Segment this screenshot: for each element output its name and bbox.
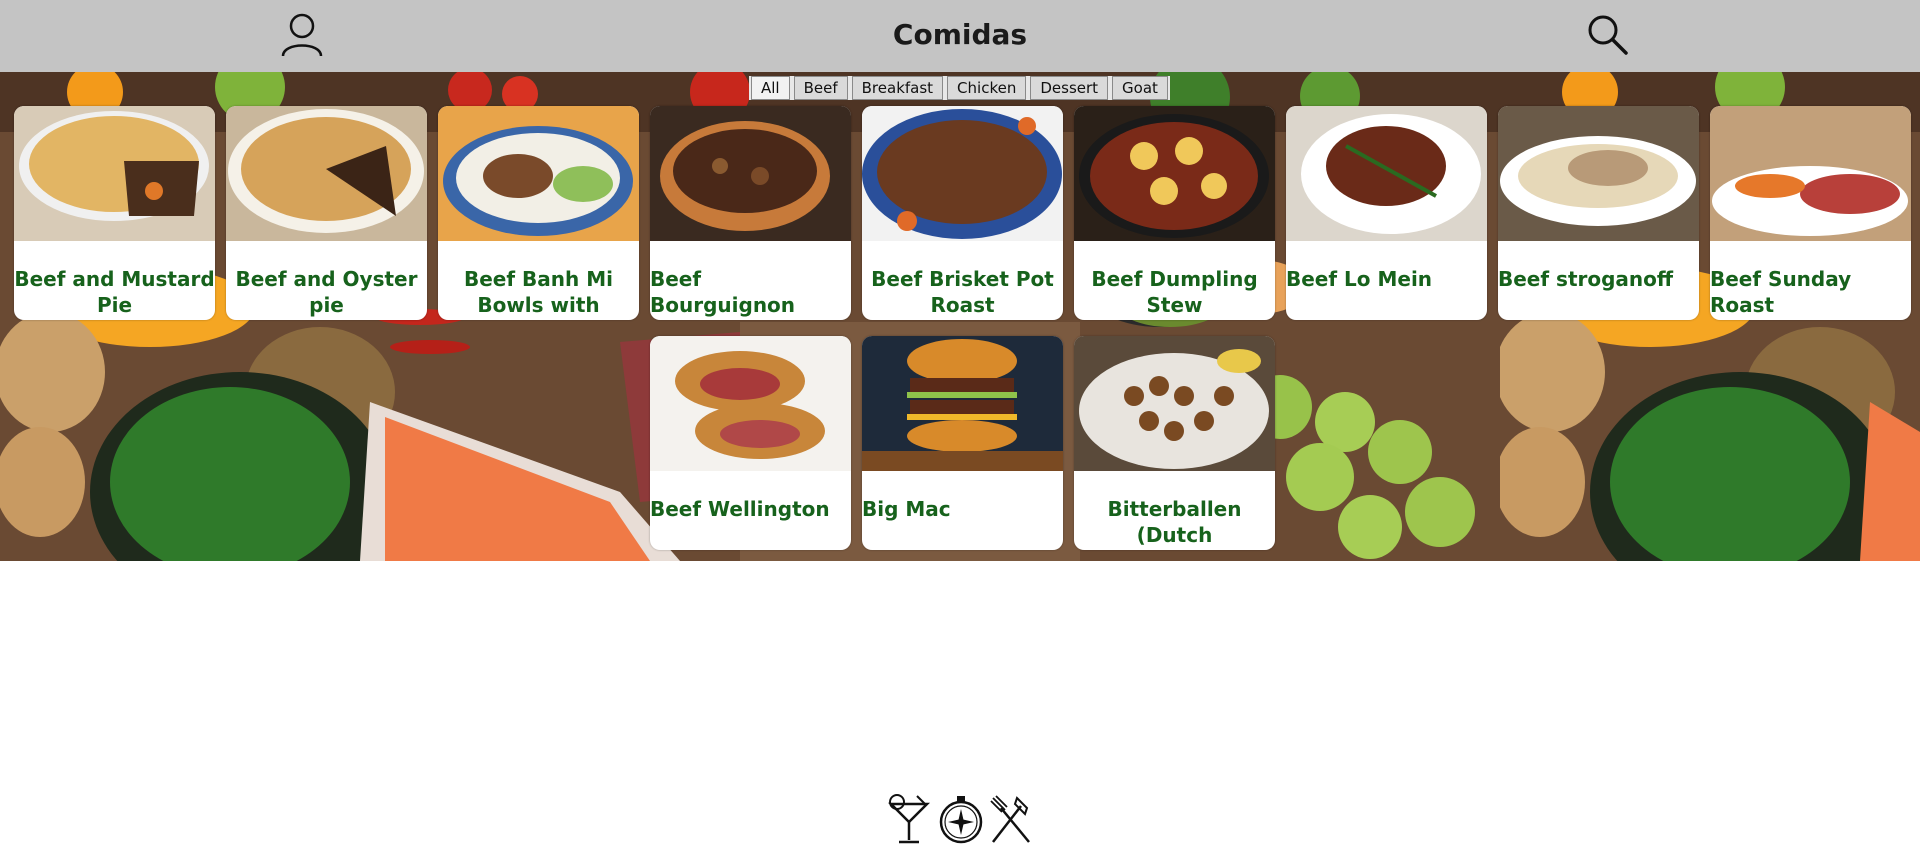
meal-photo: [226, 106, 427, 241]
meal-photo: [650, 106, 851, 241]
meal-name: Big Mac: [862, 497, 951, 521]
category-filter-bar: All Beef Breakfast Chicken Dessert Goat: [749, 76, 1170, 100]
meal-card[interactable]: Beef Bourguignon: [650, 106, 851, 320]
meal-card[interactable]: Beef Sunday Roast: [1710, 106, 1911, 320]
filter-chicken-button[interactable]: Chicken: [947, 76, 1027, 100]
meal-photo: [862, 336, 1063, 471]
fork-knife-icon[interactable]: [987, 792, 1035, 846]
meal-name: Beef Bourguignon: [650, 267, 796, 317]
bottom-nav: [887, 792, 1037, 848]
meal-name: Beef and Oyster pie: [235, 267, 418, 317]
meal-photo: [1074, 336, 1275, 471]
compass-icon[interactable]: [937, 792, 985, 846]
top-bar: Comidas: [0, 0, 1920, 72]
meal-photo: [14, 106, 215, 241]
meal-card[interactable]: Beef Banh Mi Bowls with: [438, 106, 639, 320]
search-icon[interactable]: [1587, 14, 1629, 56]
meal-photo: [1286, 106, 1487, 241]
filter-dessert-button[interactable]: Dessert: [1030, 76, 1109, 100]
meal-photo: [650, 336, 851, 471]
meal-card[interactable]: Bitterballen (Dutch meatballs): [1074, 336, 1275, 550]
meal-grid: Beef and Mustard Pie Beef and Oyster pie…: [14, 106, 1914, 556]
meal-name: Beef Lo Mein: [1286, 267, 1433, 291]
meal-name: Beef and Mustard Pie: [14, 267, 215, 317]
meal-card[interactable]: Beef and Mustard Pie: [14, 106, 215, 320]
filter-goat-button[interactable]: Goat: [1112, 76, 1168, 100]
filter-all-button[interactable]: All: [751, 76, 790, 100]
meal-card[interactable]: Beef Brisket Pot Roast: [862, 106, 1063, 320]
meal-photo: [1498, 106, 1699, 241]
meal-photo: [1074, 106, 1275, 241]
meal-photo: [438, 106, 639, 241]
meal-card[interactable]: Beef Wellington: [650, 336, 851, 550]
meal-card[interactable]: Beef Lo Mein: [1286, 106, 1487, 320]
meal-photo: [1710, 106, 1911, 241]
meal-card[interactable]: Beef stroganoff: [1498, 106, 1699, 320]
meal-name: Beef stroganoff: [1498, 267, 1674, 291]
cocktail-icon[interactable]: [887, 792, 935, 846]
page-title: Comidas: [892, 18, 1028, 51]
meal-name: Beef Brisket Pot Roast: [871, 267, 1054, 317]
meal-name: Beef Dumpling Stew: [1091, 267, 1258, 317]
meal-name: Bitterballen (Dutch meatballs): [1107, 497, 1242, 550]
meal-name: Beef Banh Mi Bowls with: [464, 267, 613, 317]
filter-beef-button[interactable]: Beef: [793, 76, 848, 100]
meal-name: Beef Sunday Roast: [1710, 267, 1852, 317]
filter-breakfast-button[interactable]: Breakfast: [851, 76, 944, 100]
meal-card[interactable]: Beef Dumpling Stew: [1074, 106, 1275, 320]
meal-card[interactable]: Beef and Oyster pie: [226, 106, 427, 320]
meal-photo: [862, 106, 1063, 241]
meal-card[interactable]: Big Mac: [862, 336, 1063, 550]
meal-name: Beef Wellington: [650, 497, 830, 521]
